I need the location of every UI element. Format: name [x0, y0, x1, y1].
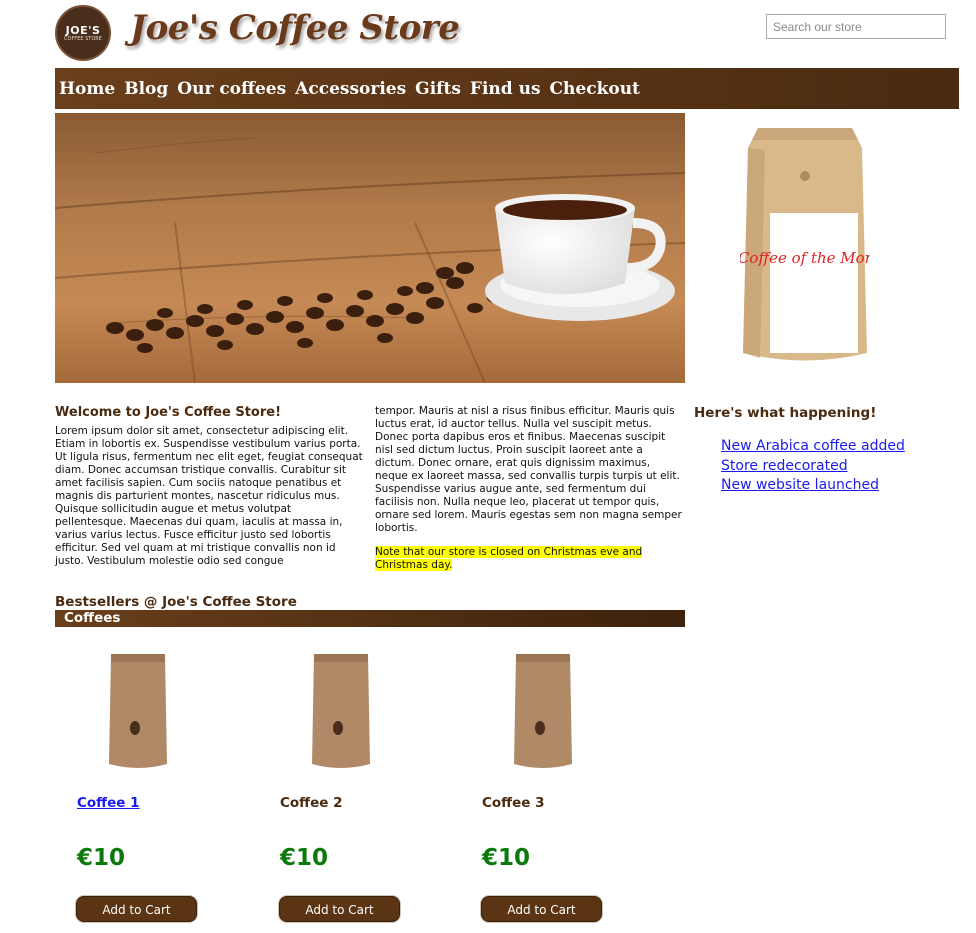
welcome-text-column-1: Lorem ipsum dolor sit amet, consectetur …: [55, 425, 363, 567]
product-name-link[interactable]: Coffee 1: [77, 795, 140, 811]
search-input[interactable]: [766, 14, 946, 39]
happening-link-arabica[interactable]: New Arabica coffee added: [721, 438, 905, 454]
product-card: Coffee 3 €10 Add to Cart: [460, 640, 602, 930]
holiday-note-text: Note that our store is closed on Christm…: [375, 546, 643, 571]
coffee-of-the-month-image[interactable]: Coffee of the Month: [740, 118, 870, 383]
category-label: Coffees: [64, 610, 121, 626]
product-card: Coffee 2 €10 Add to Cart: [258, 640, 400, 930]
product-name: Coffee 2: [280, 795, 343, 811]
coffee-bag-image[interactable]: [510, 640, 576, 774]
list-item: New Arabica coffee added: [721, 437, 905, 457]
nav-item-home[interactable]: Home: [59, 79, 115, 99]
nav-item-checkout[interactable]: Checkout: [550, 79, 640, 99]
logo-line1: JOE'S: [65, 23, 101, 37]
hero-coffee-image: [55, 113, 685, 383]
add-to-cart-button[interactable]: Add to Cart: [481, 896, 602, 922]
brand-title: Joe's Coffee Store: [130, 8, 460, 48]
product-price: €10: [482, 845, 531, 871]
product-card: Coffee 1 €10 Add to Cart: [55, 640, 197, 930]
nav-item-find-us[interactable]: Find us: [470, 79, 541, 99]
list-item: New website launched: [721, 476, 905, 496]
happenings-list: New Arabica coffee added Store redecorat…: [721, 437, 905, 496]
product-name: Coffee 3: [482, 795, 545, 811]
happening-link-redecorated[interactable]: Store redecorated: [721, 458, 848, 474]
nav-item-accessories[interactable]: Accessories: [295, 79, 406, 99]
holiday-note: Note that our store is closed on Christm…: [375, 546, 685, 572]
category-bar: Coffees: [55, 610, 685, 627]
welcome-title: Welcome to Joe's Coffee Store!: [55, 405, 282, 420]
coffee-bag-image[interactable]: [308, 640, 374, 774]
nav-item-our-coffees[interactable]: Our coffees: [177, 79, 286, 99]
nav-item-gifts[interactable]: Gifts: [415, 79, 461, 99]
happening-link-website[interactable]: New website launched: [721, 477, 879, 493]
coffee-bag-image[interactable]: [105, 640, 171, 774]
product-price: €10: [77, 845, 126, 871]
main-nav: Home Blog Our coffees Accessories Gifts …: [55, 68, 959, 109]
product-price: €10: [280, 845, 329, 871]
coffee-of-the-month-label: Coffee of the Month: [740, 249, 870, 267]
list-item: Store redecorated: [721, 457, 905, 477]
logo-line2: COFFEE STORE: [64, 35, 102, 42]
add-to-cart-button[interactable]: Add to Cart: [76, 896, 197, 922]
welcome-text-column-2: tempor. Mauris at nisl a risus finibus e…: [375, 405, 682, 534]
happenings-title: Here's what happening!: [694, 405, 877, 421]
store-logo[interactable]: JOE'S COFFEE STORE: [55, 5, 111, 61]
bestsellers-title: Bestsellers @ Joe's Coffee Store: [55, 594, 297, 610]
add-to-cart-button[interactable]: Add to Cart: [279, 896, 400, 922]
nav-item-blog[interactable]: Blog: [124, 79, 168, 99]
